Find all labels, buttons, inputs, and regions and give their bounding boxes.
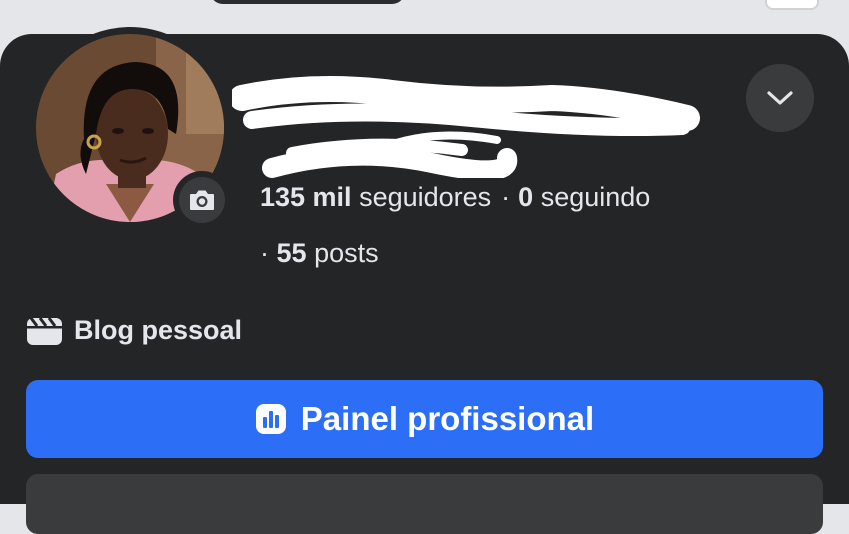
redacted-name-scribble bbox=[232, 76, 700, 178]
following-label[interactable]: seguindo bbox=[541, 182, 651, 212]
chevron-down-icon bbox=[767, 91, 793, 105]
professional-dashboard-label: Painel profissional bbox=[300, 400, 595, 437]
category-label: Blog pessoal bbox=[74, 315, 243, 345]
top-corner-button[interactable] bbox=[765, 0, 819, 10]
separator-dot: · bbox=[501, 182, 511, 212]
bar-chart-icon bbox=[255, 403, 287, 435]
separator-dot: · bbox=[260, 238, 269, 268]
clapperboard-icon bbox=[26, 316, 63, 346]
profile-category: Blog pessoal bbox=[26, 315, 242, 346]
professional-dashboard-button[interactable]: Painel profissional bbox=[26, 380, 823, 458]
change-photo-button[interactable] bbox=[173, 171, 231, 229]
posts-count: 55 bbox=[276, 238, 307, 268]
followers-label[interactable]: seguidores bbox=[359, 182, 491, 212]
top-bar-pill bbox=[210, 0, 405, 4]
camera-icon bbox=[190, 190, 214, 210]
followers-count[interactable]: 135 mil bbox=[260, 182, 352, 212]
stats-followers-line: 135 mil seguidores · 0 seguindo bbox=[260, 182, 650, 213]
expand-profile-button[interactable] bbox=[746, 64, 814, 132]
posts-label: posts bbox=[314, 238, 379, 268]
secondary-action-button[interactable] bbox=[26, 474, 823, 534]
profile-card: 135 mil seguidores · 0 seguindo · 55 posts… bbox=[0, 27, 849, 534]
following-count[interactable]: 0 bbox=[518, 182, 533, 212]
stats-posts-line: · 55 posts bbox=[260, 238, 379, 269]
